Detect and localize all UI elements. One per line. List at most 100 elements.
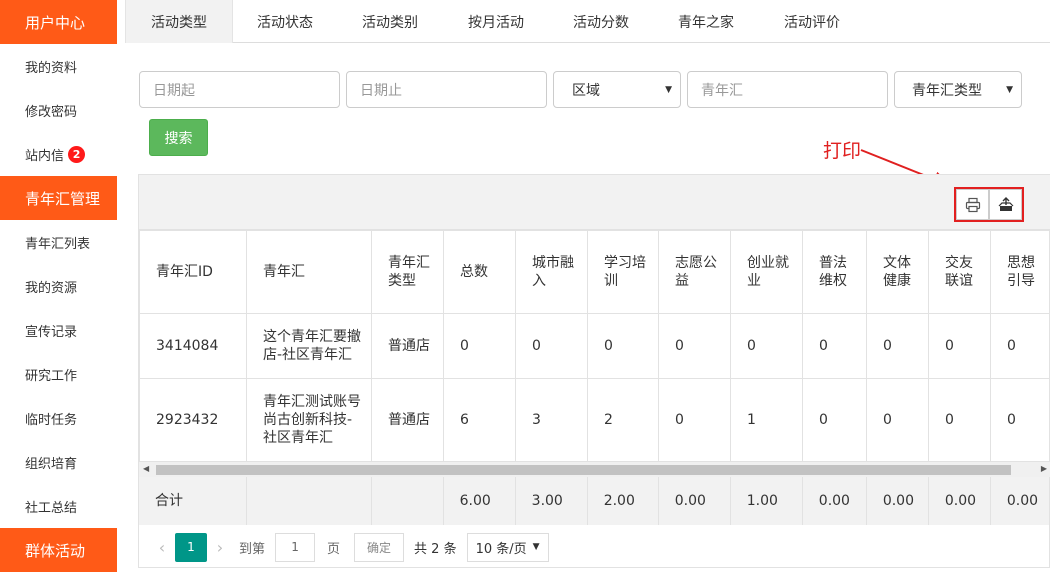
tab-bar: 活动类型 活动状态 活动类别 按月活动 活动分数 青年之家 活动评价 (125, 0, 1050, 43)
sidebar-item-inbox[interactable]: 站内信 2 (0, 132, 117, 176)
sidebar-item-change-password[interactable]: 修改密码 (0, 88, 117, 132)
export-button[interactable] (989, 189, 1022, 220)
chevron-down-icon: ▼ (665, 84, 672, 95)
date-start-input[interactable]: 日期起 (139, 71, 340, 108)
tab-activity-status[interactable]: 活动状态 (233, 0, 337, 43)
page-size-value: 10 条/页 (475, 541, 527, 557)
sidebar-group-group-activities[interactable]: 群体活动 (0, 528, 117, 572)
tab-activity-score[interactable]: 活动分数 (549, 0, 653, 43)
total-cell (246, 477, 372, 525)
column-header[interactable]: 城市融入 (515, 230, 588, 314)
tab-activity-evaluation[interactable]: 活动评价 (759, 0, 865, 43)
table-cell: 0 (990, 378, 1050, 462)
table-cell: 普通店 (371, 378, 444, 462)
tab-activity-category[interactable]: 活动类别 (337, 0, 443, 43)
confirm-page-button[interactable]: 确定 (354, 532, 405, 562)
table-cell: 0 (928, 378, 991, 462)
total-cell: 0.00 (928, 477, 991, 525)
table-row[interactable]: 3414084 这个青年汇要撤店-社区青年汇 普通店 0 0 0 0 0 0 0… (139, 313, 1050, 379)
table-cell: 0 (990, 313, 1050, 379)
sidebar-item-my-profile[interactable]: 我的资料 (0, 44, 117, 88)
total-cell: 3.00 (515, 477, 588, 525)
region-select[interactable]: 区域 ▼ (553, 71, 681, 108)
sidebar-item-my-resources[interactable]: 我的资源 (0, 264, 117, 308)
sidebar-item-social-work-summary[interactable]: 社工总结 (0, 484, 117, 528)
sidebar-item-organization-cultivation[interactable]: 组织培育 (0, 440, 117, 484)
sidebar-group-youth-club-management[interactable]: 青年汇管理 (0, 176, 117, 220)
table-cell: 3 (515, 378, 588, 462)
table-cell: 2 (587, 378, 659, 462)
column-header[interactable]: 志愿公益 (658, 230, 731, 314)
club-type-select-value: 青年汇类型 (912, 82, 982, 99)
chevron-right-icon[interactable]: › (207, 538, 233, 557)
total-cell: 0.00 (658, 477, 731, 525)
total-cell: 0.00 (990, 477, 1050, 525)
column-header[interactable]: 青年汇 (246, 230, 372, 314)
column-header[interactable]: 普法维权 (802, 230, 867, 314)
table-cell: 0 (730, 313, 803, 379)
column-header[interactable]: 学习培训 (587, 230, 659, 314)
chevron-left-icon[interactable]: ‹ (149, 538, 175, 557)
youth-club-input[interactable]: 青年汇 (687, 71, 888, 108)
column-header[interactable]: 交友联谊 (928, 230, 991, 314)
table-cell: 0 (587, 313, 659, 379)
sidebar-group-user-center[interactable]: 用户中心 (0, 0, 117, 44)
total-cell: 6.00 (443, 477, 516, 525)
table-cell: 0 (866, 313, 929, 379)
page-size-select[interactable]: 10 条/页 ▼ (466, 532, 549, 562)
tab-youth-home[interactable]: 青年之家 (653, 0, 759, 43)
scroll-right-icon[interactable]: ▶ (1041, 464, 1047, 473)
total-cell (371, 477, 444, 525)
table-toolbar (139, 175, 1050, 230)
print-export-highlight (954, 187, 1024, 222)
export-icon (998, 196, 1013, 211)
horizontal-scrollbar[interactable]: ◀ ▶ (139, 461, 1050, 477)
sidebar: 用户中心 我的资料 修改密码 站内信 2 青年汇管理 青年汇列表 我的资源 宣传… (0, 0, 117, 582)
table-cell: 普通店 (371, 313, 444, 379)
sidebar-item-publicity-records[interactable]: 宣传记录 (0, 308, 117, 352)
unread-badge: 2 (68, 145, 86, 163)
tab-activity-type[interactable]: 活动类型 (125, 0, 233, 43)
table-row[interactable]: 2923432 青年汇测试账号尚古创新科技-社区青年汇 普通店 6 3 2 0 … (139, 378, 1050, 462)
table-cell: 这个青年汇要撤店-社区青年汇 (246, 313, 372, 379)
region-select-value: 区域 (572, 82, 600, 99)
print-annotation-label: 打印 (823, 140, 862, 162)
table-cell: 0 (866, 378, 929, 462)
sidebar-item-temporary-tasks[interactable]: 临时任务 (0, 396, 117, 440)
column-header[interactable]: 创业就业 (730, 230, 803, 314)
print-button[interactable] (956, 189, 989, 220)
table-total-row: 合计 6.00 3.00 2.00 0.00 1.00 0.00 0.00 0.… (139, 477, 1050, 525)
main-content: 活动类型 活动状态 活动类别 按月活动 活动分数 青年之家 活动评价 日期起 日… (117, 0, 1050, 582)
table-cell: 3414084 (139, 313, 247, 379)
table-cell: 0 (515, 313, 588, 379)
sidebar-item-club-list[interactable]: 青年汇列表 (0, 220, 117, 264)
goto-label: 到第 (239, 541, 266, 557)
table-cell: 6 (443, 378, 516, 462)
column-header[interactable]: 总数 (443, 230, 516, 314)
tab-monthly-activity[interactable]: 按月活动 (443, 0, 549, 43)
total-count-label: 共 2 条 (414, 541, 457, 557)
column-header[interactable]: 青年汇类型 (371, 230, 444, 314)
table-cell: 0 (443, 313, 516, 379)
column-header[interactable]: 思想引导 (990, 230, 1050, 314)
column-header[interactable]: 文体健康 (866, 230, 929, 314)
sidebar-item-research-work[interactable]: 研究工作 (0, 352, 117, 396)
total-cell: 2.00 (587, 477, 659, 525)
page-button-current[interactable]: 1 (175, 532, 207, 562)
table-cell: 0 (658, 313, 731, 379)
column-header[interactable]: 青年汇ID (139, 230, 247, 314)
table-cell: 青年汇测试账号尚古创新科技-社区青年汇 (246, 378, 372, 462)
table-cell: 1 (730, 378, 803, 462)
date-end-input[interactable]: 日期止 (346, 71, 547, 108)
scroll-left-icon[interactable]: ◀ (143, 464, 149, 473)
total-cell: 0.00 (802, 477, 867, 525)
page-jump-input[interactable]: 1 (275, 532, 316, 562)
stats-table: 青年汇ID 青年汇 青年汇类型 总数 城市融入 学习培训 志愿公益 创业就业 普… (139, 230, 1050, 462)
search-button[interactable]: 搜索 (149, 119, 208, 156)
table-cell: 0 (928, 313, 991, 379)
chevron-down-icon: ▼ (532, 542, 540, 552)
total-cell: 1.00 (730, 477, 803, 525)
scrollbar-thumb[interactable] (156, 465, 1011, 475)
table-cell: 2923432 (139, 378, 247, 462)
club-type-select[interactable]: 青年汇类型 ▼ (894, 71, 1022, 108)
